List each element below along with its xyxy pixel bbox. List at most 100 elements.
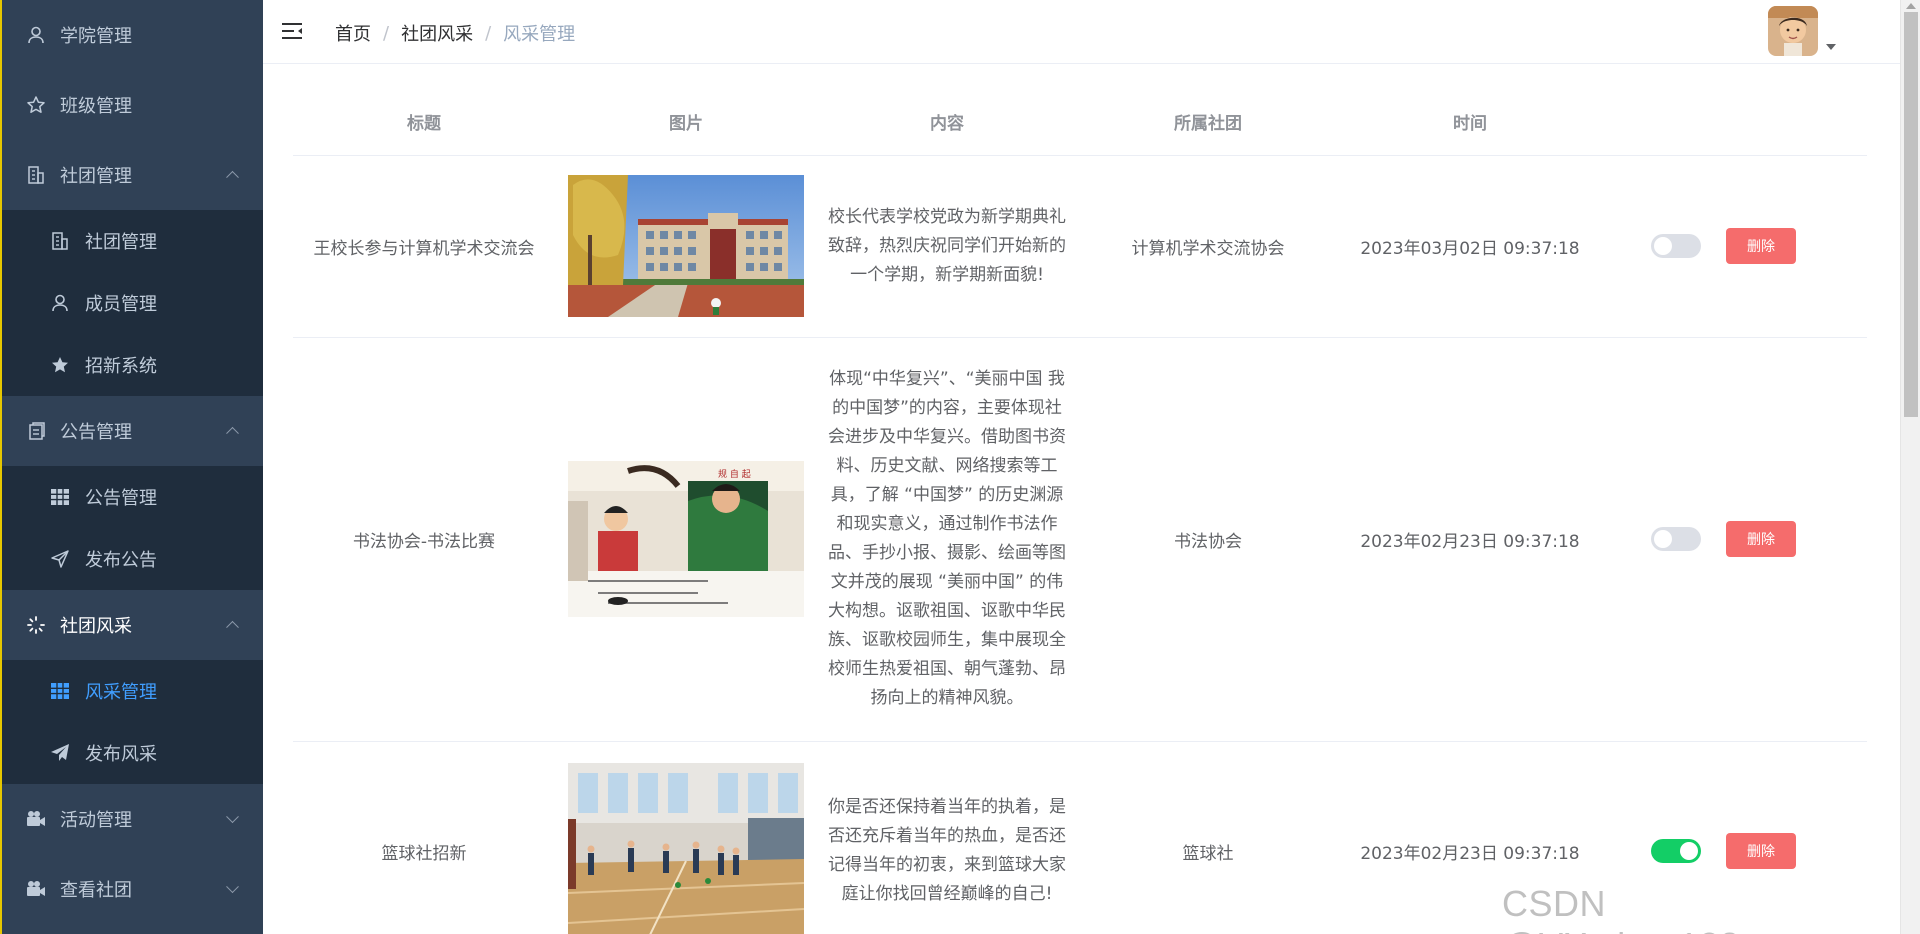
submenu-club-style: 风采管理 发布风采 — [2, 660, 263, 784]
sidebar-item-label: 社团风采 — [60, 616, 132, 637]
caret-down-icon[interactable] — [1826, 44, 1836, 50]
sidebar-subitem-label: 成员管理 — [85, 294, 157, 315]
sidebar-subitem-publish-announcement[interactable]: 发布公告 — [2, 528, 263, 590]
table-header-row: 标题 图片 内容 所属社团 时间 — [293, 88, 1867, 156]
campus-building-photo[interactable] — [568, 175, 804, 317]
grid-icon — [49, 486, 71, 508]
sidebar-subitem-style-management[interactable]: 风采管理 — [2, 660, 263, 722]
sidebar-item-class[interactable]: 班级管理 — [2, 70, 263, 140]
sidebar-item-label: 社团管理 — [60, 166, 132, 187]
camera-icon — [24, 877, 48, 901]
sidebar-item-club-management[interactable]: 社团管理 — [2, 140, 263, 210]
sidebar-subitem-label: 公告管理 — [85, 488, 157, 509]
breadcrumb-separator: / — [485, 22, 492, 44]
cell-image — [555, 741, 817, 934]
calligraphy-photo[interactable]: 规 自 起 — [568, 461, 804, 617]
sidebar-subitem-label: 招新系统 — [85, 356, 157, 377]
toggle-knob — [1654, 237, 1672, 255]
delete-button[interactable]: 删除 — [1726, 521, 1796, 557]
column-header-time: 时间 — [1339, 88, 1601, 156]
camera-icon — [24, 807, 48, 831]
cell-club: 书法协会 — [1077, 337, 1339, 742]
cell-content: 校长代表学校党政为新学期典礼致辞，热烈庆祝同学们开始新的一个学期，新学期新面貌! — [817, 155, 1077, 338]
star-outline-icon — [24, 93, 48, 117]
sidebar-item-label: 公告管理 — [60, 422, 132, 443]
document-icon — [24, 419, 48, 443]
sidebar-item-activities[interactable]: 活动管理 — [2, 784, 263, 854]
cell-title: 篮球社招新 — [293, 741, 555, 934]
scrollbar-thumb[interactable] — [1904, 12, 1918, 417]
cell-actions: 删除 — [1601, 337, 1867, 742]
cell-title: 王校长参与计算机学术交流会 — [293, 155, 555, 338]
breadcrumb-separator: / — [383, 22, 390, 44]
top-navbar: 首页 / 社团风采 / 风采管理 — [263, 0, 1900, 64]
svg-text:规 自 起: 规 自 起 — [718, 468, 751, 480]
sidebar-item-announcements[interactable]: 公告管理 — [2, 396, 263, 466]
status-toggle[interactable] — [1651, 839, 1701, 863]
delete-button[interactable]: 删除 — [1726, 228, 1796, 264]
scroll-up-arrow-icon[interactable] — [1906, 3, 1916, 9]
avatar[interactable] — [1768, 6, 1818, 56]
grid-icon — [49, 680, 71, 702]
cell-image — [555, 155, 817, 338]
loading-icon — [24, 613, 48, 637]
sidebar-item-view-clubs[interactable]: 查看社团 — [2, 854, 263, 924]
sidebar-subitem-publish-style[interactable]: 发布风采 — [2, 722, 263, 784]
send-icon — [49, 548, 71, 570]
sidebar-subitem-members[interactable]: 成员管理 — [2, 272, 263, 334]
chevron-down-icon — [226, 880, 239, 894]
page-scrollbar[interactable] — [1900, 0, 1920, 934]
star-icon — [49, 354, 71, 376]
toggle-knob — [1680, 842, 1698, 860]
sidebar-subitem-label: 风采管理 — [85, 682, 157, 703]
cell-content: 体现“中华复兴”、“美丽中国 我的中国梦”的内容，主要体现社会进步及中华复兴。借… — [817, 337, 1077, 742]
sidebar-subitem-announcement-management[interactable]: 公告管理 — [2, 466, 263, 528]
sidebar-subitem-label: 发布风采 — [85, 744, 157, 765]
column-header-actions — [1601, 88, 1867, 156]
chevron-up-icon — [226, 170, 239, 184]
app-root: 学院管理 班级管理 社团管理 社团管理 成员管理 招新系统 公告管理 公告管理 … — [0, 0, 1920, 934]
sidebar-item-club-style[interactable]: 社团风采 — [2, 590, 263, 660]
user-icon — [24, 23, 48, 47]
sidebar-subitem-recruitment[interactable]: 招新系统 — [2, 334, 263, 396]
cell-club: 计算机学术交流协会 — [1077, 155, 1339, 338]
chevron-up-icon — [226, 620, 239, 634]
status-toggle[interactable] — [1651, 527, 1701, 551]
basketball-gym-photo[interactable] — [568, 763, 804, 934]
breadcrumb-home[interactable]: 首页 — [335, 20, 371, 46]
status-toggle[interactable] — [1651, 234, 1701, 258]
column-header-club: 所属社团 — [1077, 88, 1339, 156]
cell-image: 规 自 起 — [555, 337, 817, 742]
hamburger-menu-icon[interactable] — [281, 21, 303, 41]
sidebar-subitem-label: 社团管理 — [85, 232, 157, 253]
user-icon — [49, 292, 71, 314]
sidebar-item-college[interactable]: 学院管理 — [2, 0, 263, 70]
sidebar-item-label: 学院管理 — [60, 26, 132, 47]
chevron-down-icon — [226, 810, 239, 824]
sidebar-subitem-label: 发布公告 — [85, 550, 157, 571]
sidebar-item-label: 班级管理 — [60, 96, 132, 117]
delete-button[interactable]: 删除 — [1726, 833, 1796, 869]
chevron-up-icon — [226, 426, 239, 440]
table-row: 王校长参与计算机学术交流会 校长代表学校党政为新学期典礼致辞，热烈庆祝同学们开始… — [293, 155, 1867, 338]
building-icon — [49, 230, 71, 252]
style-table: 标题 图片 内容 所属社团 时间 王校长参与计算机学术交流会 校长代表学校党政为… — [293, 88, 1867, 934]
breadcrumb-club-style[interactable]: 社团风采 — [401, 20, 473, 46]
cell-time: 2023年02月23日 09:37:18 — [1339, 337, 1601, 742]
breadcrumb: 首页 / 社团风采 / 风采管理 — [335, 20, 575, 46]
column-header-image: 图片 — [555, 88, 817, 156]
sidebar: 学院管理 班级管理 社团管理 社团管理 成员管理 招新系统 公告管理 公告管理 … — [0, 0, 263, 934]
column-header-content: 内容 — [817, 88, 1077, 156]
sidebar-subitem-club-management[interactable]: 社团管理 — [2, 210, 263, 272]
breadcrumb-current: 风采管理 — [503, 24, 576, 45]
column-header-title: 标题 — [293, 88, 555, 156]
cell-title: 书法协会-书法比赛 — [293, 337, 555, 742]
cell-content: 你是否还保持着当年的执着，是否还充斥着当年的热血，是否还记得当年的初衷，来到篮球… — [817, 741, 1077, 934]
submenu-club: 社团管理 成员管理 招新系统 — [2, 210, 263, 396]
building-icon — [24, 163, 48, 187]
toggle-knob — [1654, 530, 1672, 548]
sidebar-item-label: 查看社团 — [60, 880, 132, 901]
cell-actions: 删除 — [1601, 155, 1867, 338]
table-row: 书法协会-书法比赛 规 自 起 体现“中华复兴”、“美丽中国 我的中国梦”的内容… — [293, 337, 1867, 742]
paper-plane-icon — [49, 742, 71, 764]
